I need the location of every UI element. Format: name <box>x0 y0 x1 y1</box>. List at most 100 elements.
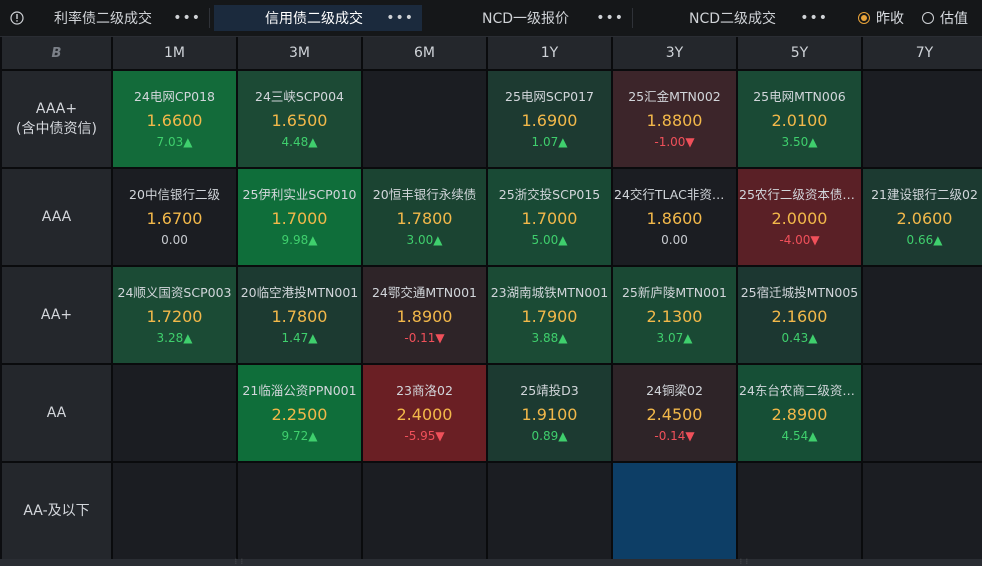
matrix-cell[interactable] <box>363 463 486 559</box>
matrix-cell[interactable] <box>863 71 982 167</box>
matrix-cell[interactable] <box>863 365 982 461</box>
yield-change: 1.47▲ <box>281 330 318 345</box>
bond-name: 25新庐陵MTN001 <box>621 284 728 300</box>
radio-label: 昨收 <box>876 11 904 27</box>
row-header-label: AA+ <box>40 307 73 323</box>
more-options-icon[interactable]: ••• <box>800 10 828 26</box>
bond-name: 23湖南城铁MTN001 <box>490 284 609 300</box>
bond-yield: 2.1300 <box>646 306 703 326</box>
matrix-cell[interactable] <box>863 267 982 363</box>
matrix-cell[interactable]: 25浙交投SCP015 1.7000 5.00▲ <box>488 169 611 265</box>
bond-name: 25靖投D3 <box>520 382 579 398</box>
resize-grip-icon[interactable]: ⋮⋮ <box>738 559 750 565</box>
yield-change: -1.00▼ <box>654 134 695 149</box>
rating-tenor-matrix: B 1M 3M 6M 1Y 3Y 5Y 7Y AAA+ (含中债资信) 24电网CP018 1.66… <box>2 37 982 559</box>
yield-change: 0.66▲ <box>906 232 943 247</box>
column-header-1m: 1M <box>113 37 236 69</box>
matrix-cell[interactable]: 20恒丰银行永续债 1.7800 3.00▲ <box>363 169 486 265</box>
resize-grip-icon[interactable]: ⋮⋮ <box>233 559 245 565</box>
yield-change: -0.14▼ <box>654 428 695 443</box>
matrix-cell[interactable] <box>113 365 236 461</box>
row-header: AAA+ (含中债资信) <box>2 71 111 167</box>
matrix-cell[interactable] <box>613 463 736 559</box>
column-header-1y: 1Y <box>488 37 611 69</box>
matrix-cell[interactable]: 21临淄公资PPN001 2.2500 9.72▲ <box>238 365 361 461</box>
matrix-cell[interactable]: 25靖投D3 1.9100 0.89▲ <box>488 365 611 461</box>
bond-name: 24鄂交通MTN001 <box>371 284 478 300</box>
yield-change: 0.89▲ <box>531 428 568 443</box>
yield-change: 0.00 <box>161 232 188 247</box>
bond-yield: 1.7000 <box>271 208 328 228</box>
tab-label: 利率债二级成交 <box>54 11 152 27</box>
yield-change: 0.00 <box>661 232 688 247</box>
top-tab-bar: 利率债二级成交 ••• 信用债二级成交 ••• NCD一级报价 ••• NCD二… <box>0 0 982 37</box>
bond-yield: 2.1600 <box>771 306 828 326</box>
matrix-cell[interactable]: 24顺义国资SCP003 1.7200 3.28▲ <box>113 267 236 363</box>
radio-valuation[interactable]: 估值 <box>922 8 968 28</box>
matrix-cell[interactable]: 23商洛02 2.4000 -5.95▼ <box>363 365 486 461</box>
bond-yield: 2.4500 <box>646 404 703 424</box>
row-header-label: (含中债资信) <box>16 121 97 137</box>
yield-change: 5.00▲ <box>531 232 568 247</box>
bond-yield: 2.0600 <box>896 208 953 228</box>
matrix-cell[interactable]: 24东台农商二级资本债01 2.8900 4.54▲ <box>738 365 861 461</box>
bond-name: 23商洛02 <box>396 382 453 398</box>
matrix-cell[interactable]: 21建设银行二级02 2.0600 0.66▲ <box>863 169 982 265</box>
matrix-cell[interactable]: 24交行TLAC非资本债01BC 1.8600 0.00 <box>613 169 736 265</box>
bond-name: 20中信银行二级 <box>129 186 220 202</box>
bond-name: 24交行TLAC非资本债01BC <box>614 186 735 202</box>
row-header: AA <box>2 365 111 461</box>
yield-change: -0.11▼ <box>404 330 445 345</box>
matrix-cell[interactable]: 24铜梁02 2.4500 -0.14▼ <box>613 365 736 461</box>
bond-yield: 1.7800 <box>271 306 328 326</box>
info-icon[interactable] <box>0 11 34 25</box>
yield-change: 7.03▲ <box>156 134 193 149</box>
tab-ncd-secondary[interactable]: NCD二级成交 ••• <box>633 5 836 31</box>
column-header-6m: 6M <box>363 37 486 69</box>
tab-credit-bond-secondary[interactable]: 信用债二级成交 ••• <box>214 5 422 31</box>
matrix-cell[interactable] <box>863 463 982 559</box>
tab-rate-bond-secondary[interactable]: 利率债二级成交 ••• <box>34 5 209 31</box>
matrix-cell[interactable]: 25农行二级资本债01BC 2.0000 -4.00▼ <box>738 169 861 265</box>
matrix-cell[interactable]: 25电网SCP017 1.6900 1.07▲ <box>488 71 611 167</box>
bond-yield: 1.8800 <box>646 110 703 130</box>
matrix-cell[interactable]: 25汇金MTN002 1.8800 -1.00▼ <box>613 71 736 167</box>
bond-yield: 2.2500 <box>271 404 328 424</box>
matrix-cell[interactable] <box>488 463 611 559</box>
bond-name: 24铜梁02 <box>646 382 703 398</box>
matrix-cell[interactable]: 24三峡SCP004 1.6500 4.48▲ <box>238 71 361 167</box>
matrix-cell[interactable]: 25伊利实业SCP010 1.7000 9.98▲ <box>238 169 361 265</box>
bond-yield: 1.6900 <box>521 110 578 130</box>
matrix-cell[interactable]: 24电网CP018 1.6600 7.03▲ <box>113 71 236 167</box>
bond-name: 24东台农商二级资本债01 <box>739 382 860 398</box>
radio-prev-close[interactable]: 昨收 <box>858 8 904 28</box>
bond-yield: 2.4000 <box>396 404 453 424</box>
more-options-icon[interactable]: ••• <box>386 10 414 26</box>
bond-name: 20临空港投MTN001 <box>240 284 359 300</box>
matrix-cell[interactable]: 24鄂交通MTN001 1.8900 -0.11▼ <box>363 267 486 363</box>
matrix-cell[interactable] <box>738 463 861 559</box>
matrix-cell[interactable]: 20临空港投MTN001 1.7800 1.47▲ <box>238 267 361 363</box>
bond-name: 25浙交投SCP015 <box>498 186 601 202</box>
bottom-resize-bar[interactable]: ⋮⋮ ⋮⋮ <box>0 559 982 566</box>
yield-change: 9.72▲ <box>281 428 318 443</box>
matrix-cell[interactable] <box>363 71 486 167</box>
more-options-icon[interactable]: ••• <box>173 10 201 26</box>
tab-ncd-primary[interactable]: NCD一级报价 ••• <box>422 5 632 31</box>
bond-name: 25电网SCP017 <box>505 88 594 104</box>
matrix-cell[interactable]: 25新庐陵MTN001 2.1300 3.07▲ <box>613 267 736 363</box>
bond-yield: 1.6700 <box>146 208 203 228</box>
more-options-icon[interactable]: ••• <box>596 10 624 26</box>
matrix-cell[interactable]: 25电网MTN006 2.0100 3.50▲ <box>738 71 861 167</box>
yield-change: -5.95▼ <box>404 428 445 443</box>
row-header: AAA <box>2 169 111 265</box>
matrix-cell[interactable] <box>113 463 236 559</box>
yield-change: 4.48▲ <box>281 134 318 149</box>
bond-name: 24顺义国资SCP003 <box>117 284 232 300</box>
corner-header: B <box>2 37 111 69</box>
matrix-cell[interactable] <box>238 463 361 559</box>
matrix-cell[interactable]: 23湖南城铁MTN001 1.7900 3.88▲ <box>488 267 611 363</box>
bond-name: 25汇金MTN002 <box>628 88 721 104</box>
matrix-cell[interactable]: 20中信银行二级 1.6700 0.00 <box>113 169 236 265</box>
matrix-cell[interactable]: 25宿迁城投MTN005 2.1600 0.43▲ <box>738 267 861 363</box>
